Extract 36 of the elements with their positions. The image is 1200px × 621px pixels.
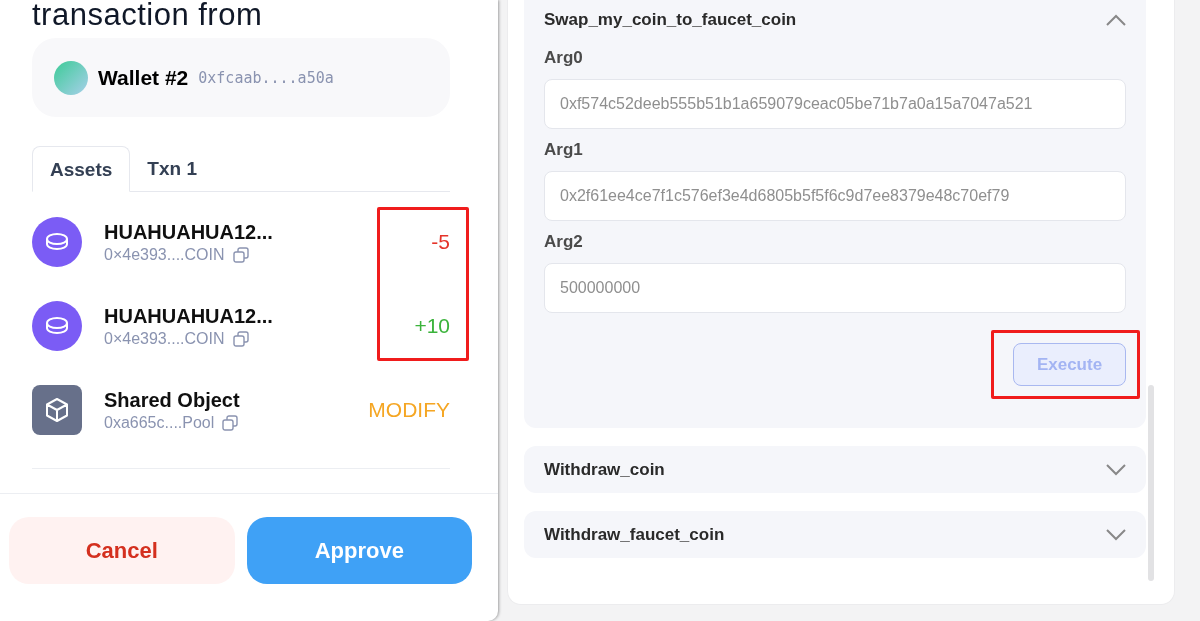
balance-change: -5 <box>431 230 450 254</box>
wallet-address: 0xfcaab....a50a <box>198 68 334 87</box>
wallet-avatar-icon <box>54 60 88 95</box>
cube-icon <box>32 385 82 435</box>
copy-icon[interactable] <box>232 330 249 347</box>
chevron-down-icon[interactable] <box>1106 463 1126 476</box>
chevron-up-icon[interactable] <box>1106 14 1126 26</box>
wallet-name: Wallet #2 <box>98 65 189 90</box>
asset-address: 0xa665c....Pool <box>104 413 215 432</box>
asset-name: HUAHUAHUA12... <box>104 304 274 328</box>
approve-button[interactable]: Approve <box>246 517 472 584</box>
asset-address: 0×4e393....COIN <box>104 245 225 264</box>
function-name[interactable]: Withdraw_faucet_coin <box>544 524 725 545</box>
scrollbar[interactable] <box>1148 385 1154 581</box>
asset-name: HUAHUAHUA12... <box>104 220 274 244</box>
chevron-down-icon[interactable] <box>1106 528 1126 541</box>
asset-name: Shared Object <box>104 388 241 412</box>
asset-address: 0×4e393....COIN <box>104 329 225 348</box>
tab[interactable]: Assets <box>32 146 131 192</box>
popup-title: transaction from <box>32 0 263 30</box>
copy-icon[interactable] <box>222 414 239 431</box>
arg-label: Arg1 <box>544 140 584 160</box>
arg-label: Arg2 <box>544 232 584 252</box>
tab[interactable]: Txn 1 <box>130 146 214 191</box>
cancel-button[interactable]: Cancel <box>9 517 235 584</box>
coin-icon <box>32 301 82 351</box>
function-name[interactable]: Withdraw_coin <box>544 459 665 480</box>
balance-change: +10 <box>414 314 450 338</box>
copy-icon[interactable] <box>232 246 249 263</box>
input-field[interactable]: 0xf574c52deeb555b51b1a659079ceac05be71b7a0a15a7047a521 <box>544 79 1126 129</box>
arg-label: Arg0 <box>544 48 584 68</box>
input-field[interactable]: 0x2f61ee4ce7f1c576ef3e4d6805b5f5f6c9d7ee8379e48c70ef79 <box>544 171 1126 221</box>
function-name[interactable]: Swap_my_coin_to_faucet_coin <box>544 10 797 30</box>
input-field[interactable]: 500000000 <box>544 263 1126 313</box>
coin-icon <box>32 217 82 267</box>
balance-change: MODIFY <box>368 398 450 422</box>
